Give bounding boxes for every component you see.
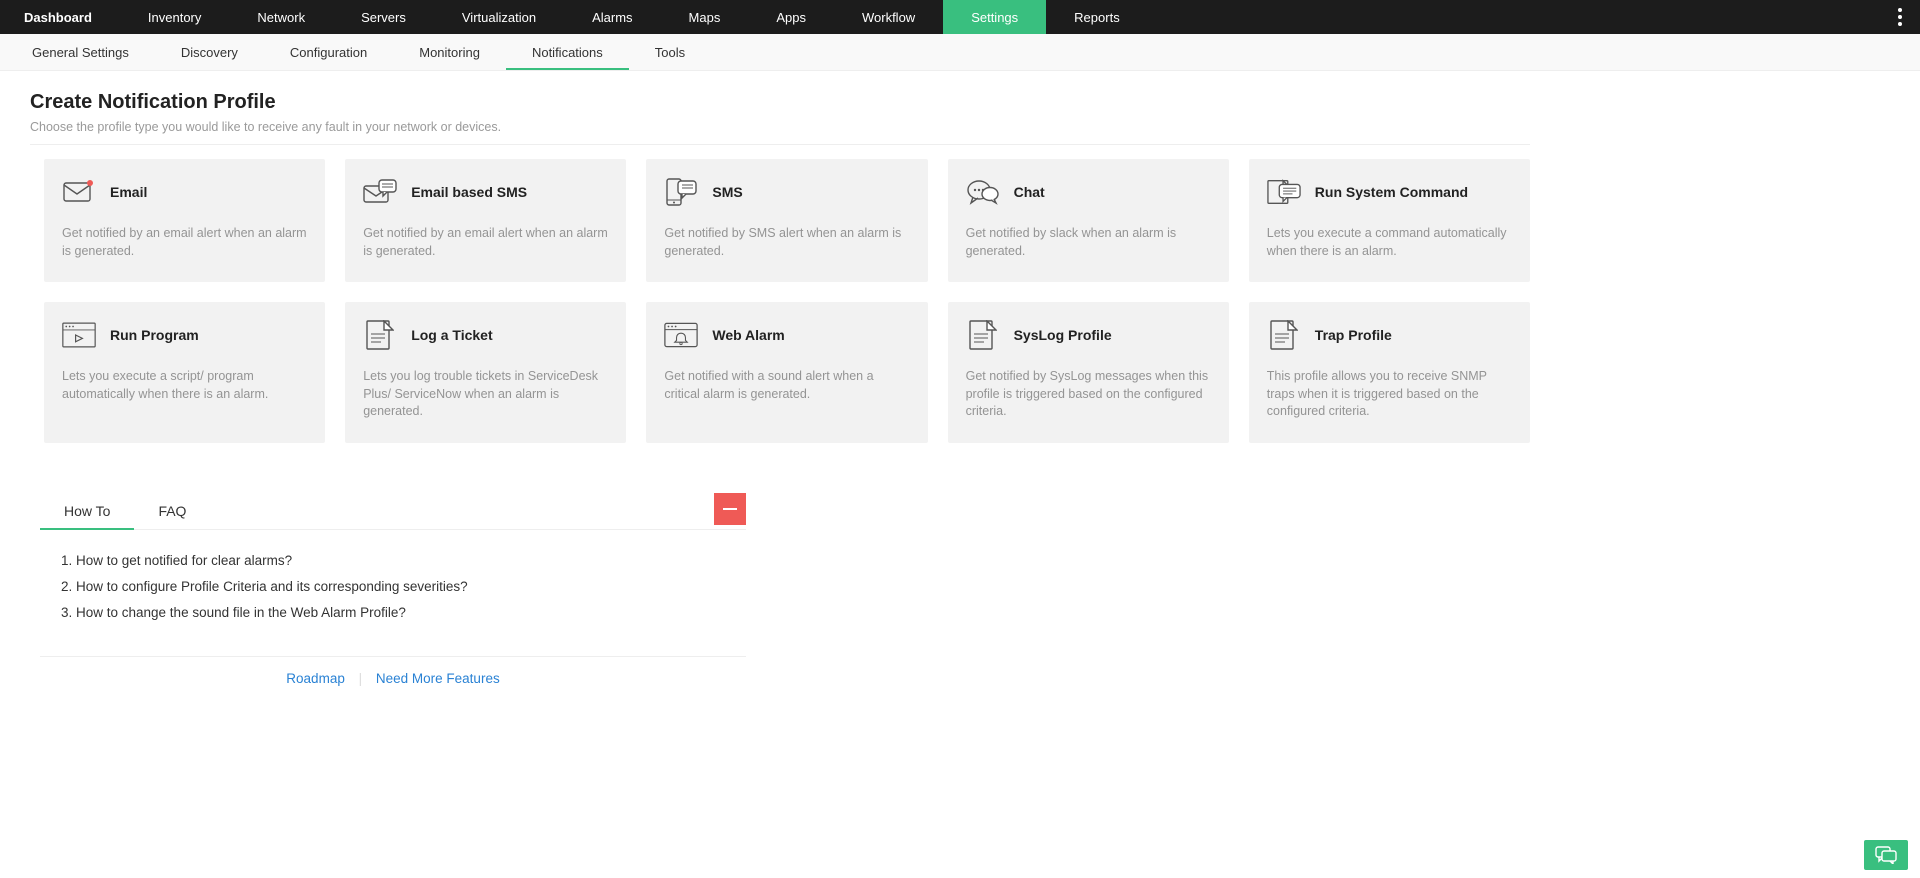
topnav-item-reports[interactable]: Reports (1046, 0, 1148, 34)
card-desc: Get notified by an email alert when an a… (363, 225, 608, 260)
card-title: Log a Ticket (411, 327, 492, 343)
topnav-item-virtualization[interactable]: Virtualization (434, 0, 564, 34)
divider (30, 144, 1530, 145)
profile-card-email-sms[interactable]: Email based SMS Get notified by an email … (345, 159, 626, 282)
page-subtitle: Choose the profile type you would like t… (30, 120, 1530, 134)
card-title: Email (110, 184, 147, 200)
card-title: Run Program (110, 327, 199, 343)
card-title: Web Alarm (712, 327, 784, 343)
card-desc: Lets you execute a command automatically… (1267, 225, 1512, 260)
help-tab-faq[interactable]: FAQ (134, 493, 210, 529)
card-title: SysLog Profile (1014, 327, 1112, 343)
chat-icon (966, 177, 1000, 207)
card-desc: Get notified with a sound alert when a c… (664, 368, 909, 403)
profile-card-run-cmd[interactable]: Run System Command Lets you execute a com… (1249, 159, 1530, 282)
card-desc: Get notified by an email alert when an a… (62, 225, 307, 260)
card-title: Chat (1014, 184, 1045, 200)
help-tab-how-to[interactable]: How To (40, 493, 134, 529)
chat-float-button[interactable] (1864, 840, 1908, 870)
card-desc: Get notified by SysLog messages when thi… (966, 368, 1211, 421)
profile-card-run-program[interactable]: Run Program Lets you execute a script/ pr… (44, 302, 325, 443)
card-title: Run System Command (1315, 184, 1468, 200)
profile-card-sms[interactable]: SMS Get notified by SMS alert when an ala… (646, 159, 927, 282)
card-title: Trap Profile (1315, 327, 1392, 343)
profile-card-web-alarm[interactable]: Web Alarm Get notified with a sound alert… (646, 302, 927, 443)
help-section: How ToFAQ How to get notified for clear … (30, 493, 746, 701)
run-program-icon (62, 320, 96, 350)
topnav-item-apps[interactable]: Apps (748, 0, 834, 34)
email-sms-icon (363, 177, 397, 207)
profile-card-syslog[interactable]: SysLog Profile Get notified by SysLog mes… (948, 302, 1229, 443)
profile-card-email[interactable]: Email Get notified by an email alert when… (44, 159, 325, 282)
profile-card-trap[interactable]: Trap Profile This profile allows you to r… (1249, 302, 1530, 443)
howto-item[interactable]: How to change the sound file in the Web … (76, 600, 746, 626)
card-desc: Get notified by SMS alert when an alarm … (664, 225, 909, 260)
syslog-icon (966, 320, 1000, 350)
page-content: Create Notification Profile Choose the p… (0, 71, 1560, 730)
topnav-item-servers[interactable]: Servers (333, 0, 434, 34)
topnav-item-dashboard[interactable]: Dashboard (0, 0, 120, 34)
topnav-item-maps[interactable]: Maps (661, 0, 749, 34)
profile-card-log-ticket[interactable]: Log a Ticket Lets you log trouble tickets… (345, 302, 626, 443)
subnav-item-monitoring[interactable]: Monitoring (393, 34, 506, 70)
kebab-menu-icon[interactable] (1892, 0, 1908, 34)
howto-item[interactable]: How to get notified for clear alarms? (76, 548, 746, 574)
collapse-button[interactable] (714, 493, 746, 525)
subnav-item-discovery[interactable]: Discovery (155, 34, 264, 70)
card-desc: This profile allows you to receive SNMP … (1267, 368, 1512, 421)
profile-cards: Email Get notified by an email alert when… (30, 159, 1530, 443)
help-tabs: How ToFAQ (40, 493, 746, 530)
subnav-item-tools[interactable]: Tools (629, 34, 711, 70)
card-desc: Get notified by slack when an alarm is g… (966, 225, 1211, 260)
howto-item[interactable]: How to configure Profile Criteria and it… (76, 574, 746, 600)
subnav-item-notifications[interactable]: Notifications (506, 34, 629, 70)
card-desc: Lets you execute a script/ program autom… (62, 368, 307, 403)
card-desc: Lets you log trouble tickets in ServiceD… (363, 368, 608, 421)
run-cmd-icon (1267, 177, 1301, 207)
howto-list: How to get notified for clear alarms?How… (40, 530, 746, 633)
web-alarm-icon (664, 320, 698, 350)
trap-icon (1267, 320, 1301, 350)
subnav-item-configuration[interactable]: Configuration (264, 34, 393, 70)
page-title: Create Notification Profile (30, 91, 1530, 114)
card-title: Email based SMS (411, 184, 527, 200)
need-more-features-link[interactable]: Need More Features (376, 671, 500, 686)
subnav-item-general-settings[interactable]: General Settings (6, 34, 155, 70)
top-nav: DashboardInventoryNetworkServersVirtuali… (0, 0, 1920, 34)
card-title: SMS (712, 184, 742, 200)
topnav-item-network[interactable]: Network (229, 0, 333, 34)
email-icon (62, 177, 96, 207)
sms-icon (664, 177, 698, 207)
help-links: Roadmap | Need More Features (40, 657, 746, 700)
topnav-item-workflow[interactable]: Workflow (834, 0, 943, 34)
log-ticket-icon (363, 320, 397, 350)
topnav-item-inventory[interactable]: Inventory (120, 0, 229, 34)
topnav-item-settings[interactable]: Settings (943, 0, 1046, 34)
profile-card-chat[interactable]: Chat Get notified by slack when an alarm … (948, 159, 1229, 282)
roadmap-link[interactable]: Roadmap (286, 671, 345, 686)
topnav-item-alarms[interactable]: Alarms (564, 0, 660, 34)
sub-nav: General SettingsDiscoveryConfigurationMo… (0, 34, 1920, 71)
